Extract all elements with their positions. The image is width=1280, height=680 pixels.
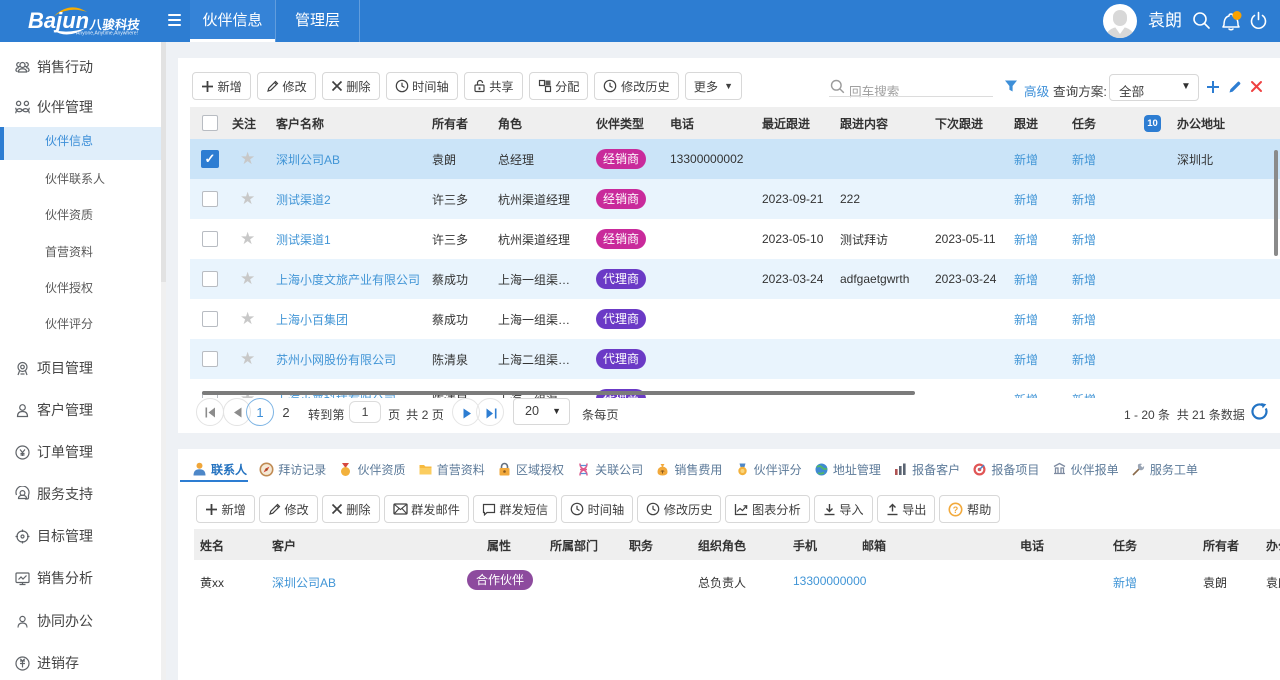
svg-text:?: ? xyxy=(953,505,959,515)
